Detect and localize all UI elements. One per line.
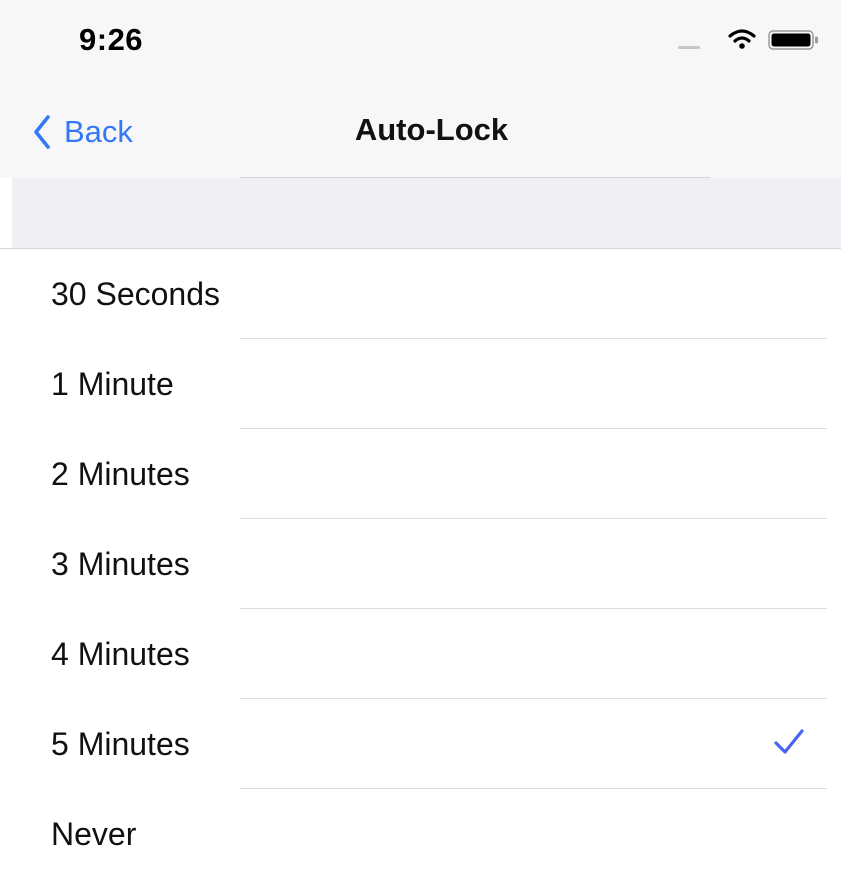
wifi-icon <box>728 29 756 49</box>
option-4-minutes[interactable]: 4 Minutes <box>0 609 841 699</box>
section-header-spacer <box>12 178 841 248</box>
option-2-minutes[interactable]: 2 Minutes <box>0 429 841 519</box>
option-label: 5 Minutes <box>51 726 190 762</box>
cellular-signal-icon <box>678 46 700 49</box>
option-label: 4 Minutes <box>51 636 190 672</box>
option-label: 2 Minutes <box>51 456 190 492</box>
option-30-seconds[interactable]: 30 Seconds <box>0 249 841 339</box>
status-bar: 9:26 <box>0 0 841 80</box>
option-never[interactable]: Never <box>0 789 841 879</box>
option-label: 30 Seconds <box>51 276 221 312</box>
status-time: 9:26 <box>79 22 144 57</box>
option-1-minute[interactable]: 1 Minute <box>0 339 841 429</box>
page-title: Auto-Lock <box>354 112 509 147</box>
option-label: Never <box>51 816 137 852</box>
checkmark-icon <box>774 729 804 754</box>
battery-icon <box>768 30 818 50</box>
option-5-minutes[interactable]: 5 Minutes <box>0 699 841 789</box>
option-label: 1 Minute <box>51 366 174 402</box>
option-3-minutes[interactable]: 3 Minutes <box>0 519 841 609</box>
option-label: 3 Minutes <box>51 546 190 582</box>
auto-lock-options-list: 30 Seconds 1 Minute 2 Minutes 3 Minutes … <box>0 249 841 879</box>
